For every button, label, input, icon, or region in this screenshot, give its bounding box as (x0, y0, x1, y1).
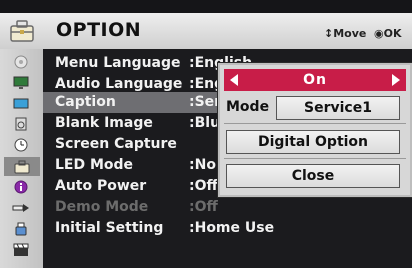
ok-hint: ◉OK (374, 27, 402, 40)
clapper-icon[interactable] (12, 241, 30, 258)
menu-row-label: Menu Language (55, 55, 181, 71)
menu-header: OPTION ↕Move ◉OK (0, 13, 412, 49)
caption-popup: On Mode Service1 Digital Option Close (218, 63, 412, 197)
menu-row-value: :Blu (189, 115, 221, 131)
close-button[interactable]: Close (226, 164, 400, 188)
menu-row-initial-setting[interactable]: Initial Setting :Home Use (43, 218, 412, 239)
caption-on-off-selector[interactable]: On (224, 69, 406, 91)
digital-option-button[interactable]: Digital Option (226, 130, 400, 154)
menu-row-label: Initial Setting (55, 220, 164, 236)
mode-label: Mode (226, 99, 270, 115)
picture-icon[interactable] (12, 53, 30, 70)
menu-row-label: Auto Power (55, 178, 147, 194)
info-icon[interactable] (12, 178, 30, 195)
menu-row-label: Blank Image (55, 115, 153, 131)
clock-icon[interactable] (12, 136, 30, 153)
menu-row-value: :Off (189, 178, 218, 194)
menu-row-value: :Ser (189, 94, 222, 110)
screen-icon[interactable] (12, 95, 30, 112)
toolbox-icon[interactable] (4, 157, 40, 176)
menu-row-label: Audio Language (55, 76, 183, 92)
menu-row-label: Screen Capture (55, 136, 177, 152)
menu-row-value: :Home Use (189, 220, 275, 236)
menu-row-label: LED Mode (55, 157, 134, 173)
menu-row-label: Caption (55, 94, 116, 110)
popup-divider (224, 158, 406, 159)
popup-divider (224, 123, 406, 124)
speaker-icon[interactable] (12, 115, 30, 132)
move-hint: ↕Move (324, 27, 367, 40)
arrow-right-icon[interactable] (392, 74, 400, 86)
toolbox-icon (10, 20, 34, 42)
menu-row-label: Demo Mode (55, 199, 149, 215)
menu-row-value: :No (189, 157, 216, 173)
menu-row-demo-mode: Demo Mode :Off (43, 197, 412, 218)
category-sidebar (0, 49, 43, 268)
monitor-icon[interactable] (12, 74, 30, 91)
page-title: OPTION (56, 19, 142, 41)
menu-row-value: :Off (189, 199, 218, 215)
mode-service-button[interactable]: Service1 (276, 96, 400, 120)
option-menu-screen: OPTION ↕Move ◉OK Menu Language Audio Lan… (0, 0, 412, 268)
input-icon[interactable] (12, 199, 30, 216)
caption-selector-value: On (303, 72, 327, 88)
usb-icon[interactable] (12, 220, 30, 237)
